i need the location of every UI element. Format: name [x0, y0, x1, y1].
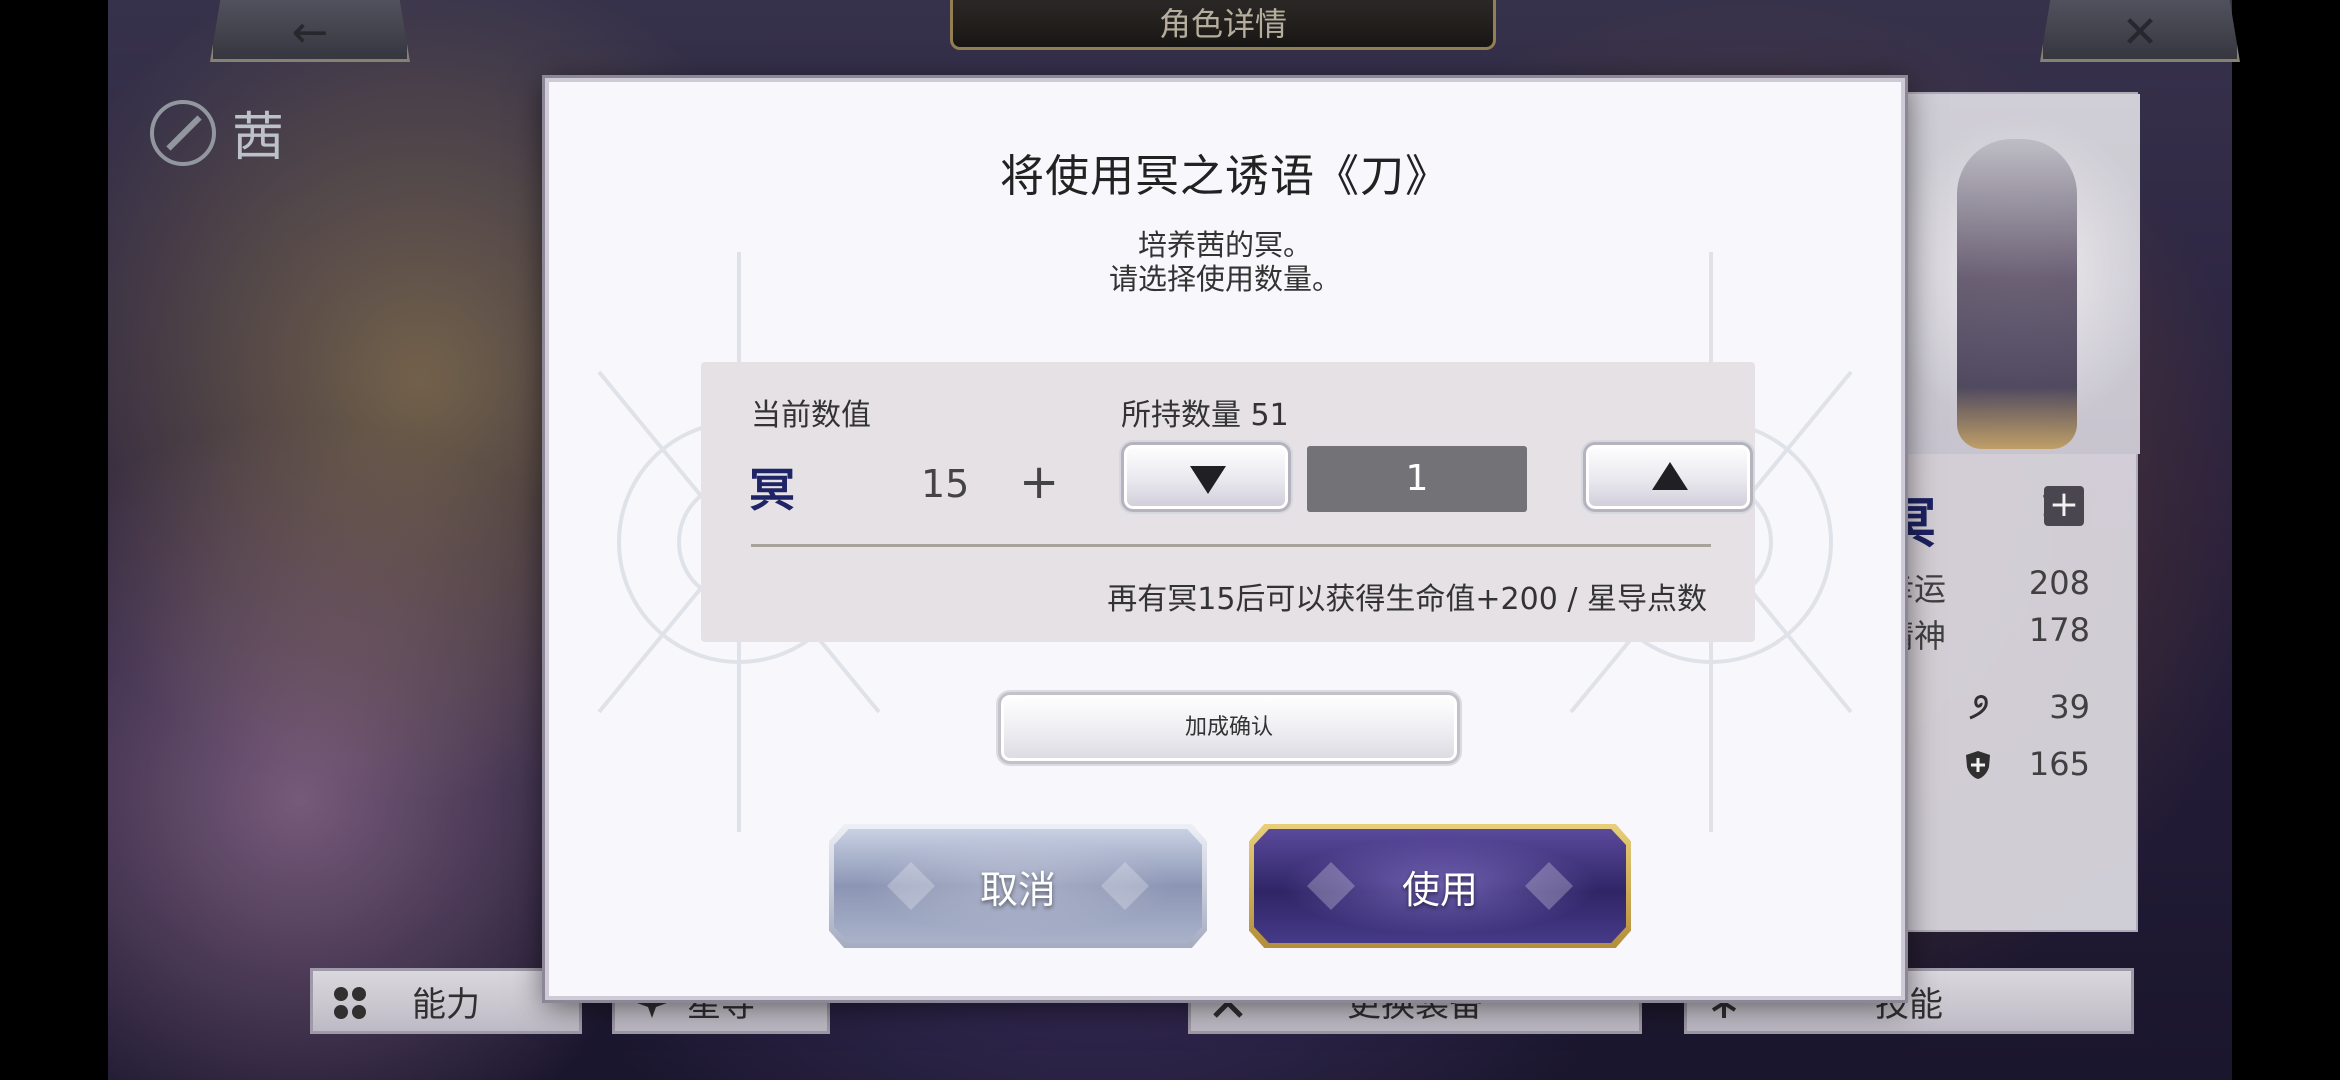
- triangle-up-icon: [1652, 462, 1688, 490]
- decrease-quantity-button[interactable]: [1121, 442, 1291, 512]
- current-value-label: 当前数值: [751, 398, 871, 433]
- use-button-label: 使用: [1401, 867, 1478, 912]
- diamond-ornament-icon: [886, 861, 936, 911]
- divider: [751, 544, 1711, 547]
- ming-icon: 冥: [749, 463, 795, 517]
- quantity-display: 1: [1307, 446, 1527, 512]
- use-button[interactable]: 使用: [1254, 829, 1626, 943]
- cancel-button-label: 取消: [979, 867, 1056, 912]
- triangle-down-icon: [1190, 466, 1226, 494]
- owned-quantity-label: 所持数量 51: [1121, 398, 1289, 433]
- bonus-note: 再有冥15后可以获得生命值+200 / 星导点数: [1107, 582, 1707, 617]
- quantity-panel: 当前数值 所持数量 51 冥 15 + 1 再有冥15后可以获得生命值+200 …: [701, 362, 1755, 642]
- current-value: 15: [921, 462, 970, 506]
- description-line-1: 培养茜的冥。: [1137, 228, 1312, 262]
- dialog-title: 将使用冥之诱语《刀》: [1000, 151, 1450, 202]
- diamond-ornament-icon: [1306, 861, 1356, 911]
- increase-quantity-button[interactable]: [1583, 442, 1753, 512]
- diamond-ornament-icon: [1100, 861, 1150, 911]
- confirm-bonus-button[interactable]: 加成确认: [998, 692, 1460, 764]
- dialog-description: 培养茜的冥。 请选择使用数量。: [549, 228, 1901, 296]
- description-line-2: 请选择使用数量。: [1108, 262, 1341, 296]
- cancel-button[interactable]: 取消: [834, 829, 1202, 943]
- plus-sign: +: [1019, 454, 1060, 510]
- diamond-ornament-icon: [1524, 861, 1574, 911]
- use-item-dialog: 将使用冥之诱语《刀》 培养茜的冥。 请选择使用数量。 当前数值 所持数量 51 …: [545, 78, 1905, 1000]
